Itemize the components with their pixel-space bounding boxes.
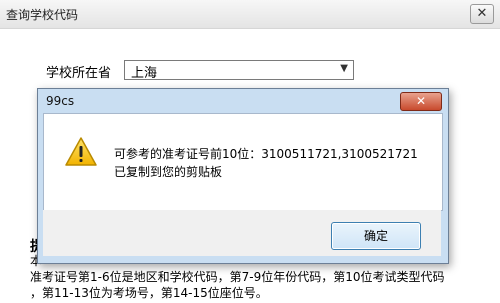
app-titlebar: 查询学校代码 ✕ [0, 0, 500, 29]
province-select[interactable]: 上海 ▼ [124, 60, 354, 81]
dialog-message: 可参考的准考证号前10位：3100511721,3100521721 [114, 147, 418, 161]
hint-line: 准考证号第1-6位是地区和学校代码，第7-9位年份代码，第10位考试类型代码 [30, 270, 445, 284]
chevron-down-icon: ▼ [340, 63, 348, 74]
dialog-close-button[interactable]: ✕ [400, 92, 442, 111]
dialog-message: 已复制到您的剪贴板 [114, 165, 223, 179]
dialog-footer: 确定 [43, 210, 441, 256]
message-dialog: 99cs ✕ 可参考的准考证号前10位：3100511721,310052172… [37, 88, 449, 264]
close-icon: ✕ [476, 6, 488, 21]
close-icon: ✕ [415, 94, 427, 108]
app-close-button[interactable]: ✕ [470, 4, 494, 24]
province-label: 学校所在省 [46, 66, 112, 81]
province-selected-value: 上海 [131, 66, 158, 81]
ok-button[interactable]: 确定 [331, 222, 421, 250]
dialog-title: 99cs [46, 94, 75, 108]
hint-line: ，第11-13位为考场号，第14-15位座位号。 [30, 286, 268, 300]
warning-icon [65, 137, 97, 166]
dialog-content: 可参考的准考证号前10位：3100511721,3100521721 已复制到您… [43, 113, 443, 211]
app-title: 查询学校代码 [6, 8, 79, 22]
